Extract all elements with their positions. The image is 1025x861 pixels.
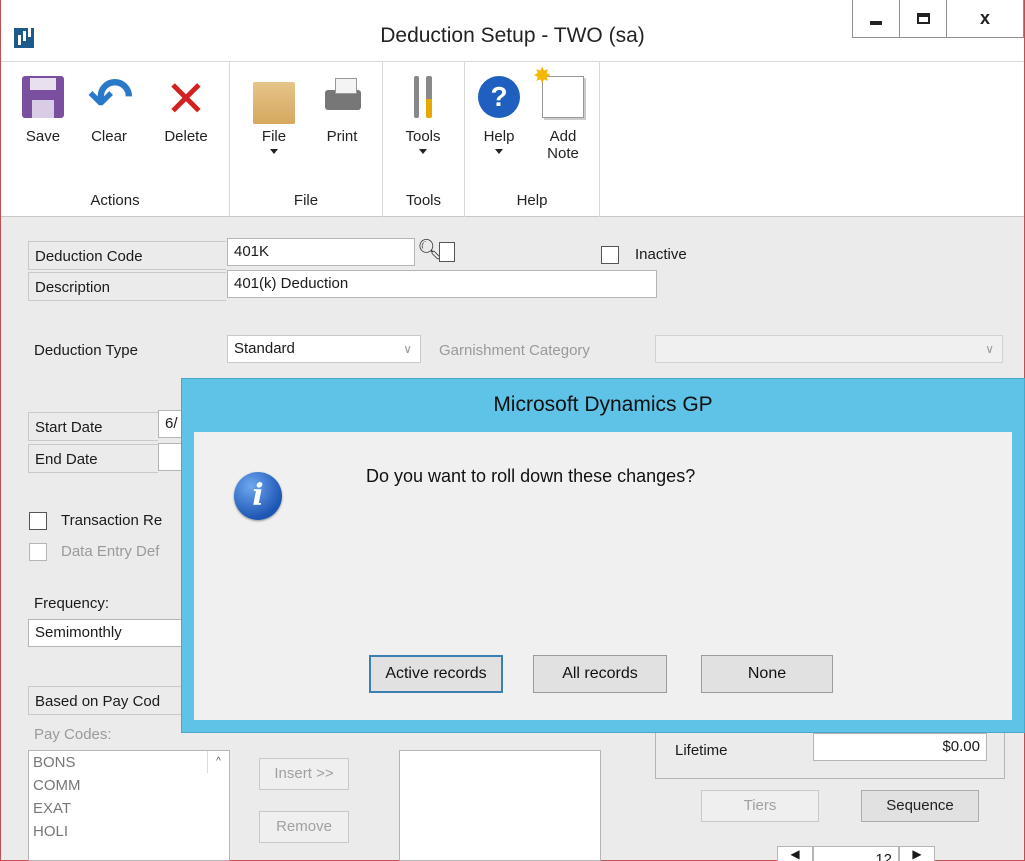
active-records-button[interactable]: Active records: [369, 655, 503, 693]
tools-label: Tools: [405, 128, 441, 145]
add-note-label-1: Add: [549, 128, 577, 145]
all-records-button[interactable]: All records: [533, 655, 667, 693]
print-label: Print: [326, 128, 358, 145]
maximize-icon: [916, 13, 930, 24]
deduction-code-field[interactable]: 401K: [227, 238, 415, 266]
ribbon-group-actions: Save Clear Delete Actions: [1, 62, 230, 217]
add-note-button[interactable]: Add Note: [533, 63, 591, 162]
note-icon: [533, 63, 584, 118]
lookup-icon[interactable]: 🔍︎: [417, 240, 442, 262]
dialog-message: Do you want to roll down these changes?: [366, 466, 696, 486]
lifetime-field[interactable]: $0.00: [813, 733, 987, 761]
help-label: Help: [483, 128, 515, 145]
sequence-button[interactable]: Sequence: [861, 790, 979, 822]
tools-menu-button[interactable]: Tools: [393, 72, 453, 154]
save-label: Save: [25, 128, 61, 145]
ribbon-group-label-tools: Tools: [405, 192, 442, 209]
file-label: File: [261, 128, 287, 145]
delete-button[interactable]: Delete: [151, 70, 221, 145]
folder-icon: [253, 82, 295, 124]
spinner-control[interactable]: ◀ 12 ▶: [777, 846, 937, 861]
minimize-icon: [870, 20, 882, 25]
data-entry-default-label: Data Entry Def: [61, 543, 160, 560]
help-icon: ?: [478, 76, 520, 118]
close-icon: x: [979, 8, 990, 28]
description-label: Description: [28, 272, 226, 301]
based-on-dropdown[interactable]: Based on Pay Cod: [28, 686, 188, 715]
none-button[interactable]: None: [701, 655, 833, 693]
deduction-code-label: Deduction Code: [28, 241, 226, 270]
save-button[interactable]: Save: [15, 72, 71, 145]
print-button[interactable]: Print: [314, 72, 370, 145]
lifetime-label: Lifetime: [675, 742, 728, 759]
deduction-type-dropdown[interactable]: Standard ∨: [227, 335, 421, 363]
list-item[interactable]: EXAT: [29, 797, 229, 820]
new-document-icon[interactable]: [439, 242, 455, 262]
start-date-label: Start Date: [28, 412, 158, 441]
description-field[interactable]: 401(k) Deduction: [227, 270, 657, 298]
transaction-required-label: Transaction Re: [61, 512, 163, 529]
ribbon-group-tools: Tools Tools: [383, 62, 465, 217]
transaction-required-checkbox[interactable]: [29, 512, 47, 530]
dialog-body: i Do you want to roll down these changes…: [194, 432, 1012, 720]
dropdown-arrow-icon: [419, 149, 427, 154]
insert-button[interactable]: Insert >>: [259, 758, 349, 790]
pay-codes-label: Pay Codes:: [34, 726, 112, 743]
file-menu-button[interactable]: File: [250, 72, 298, 154]
tiers-button[interactable]: Tiers: [701, 790, 819, 822]
delete-label: Delete: [164, 128, 208, 145]
clear-button[interactable]: Clear: [77, 66, 141, 145]
pay-codes-list[interactable]: ^ BONS COMM EXAT HOLI: [28, 750, 230, 861]
dropdown-arrow-icon: [270, 149, 278, 154]
spin-left-icon[interactable]: ◀: [777, 846, 813, 861]
list-item[interactable]: HOLI: [29, 820, 229, 843]
frequency-label: Frequency:: [34, 595, 110, 612]
info-icon: i: [234, 472, 282, 520]
ribbon: Save Clear Delete Actions File Print: [1, 62, 1024, 217]
ribbon-group-label-help: Help: [516, 192, 548, 209]
inactive-checkbox[interactable]: [601, 246, 619, 264]
scroll-up-icon[interactable]: ^: [207, 751, 229, 773]
help-menu-button[interactable]: ? Help: [473, 72, 525, 154]
spinner-value[interactable]: 12: [813, 846, 899, 861]
printer-icon: [321, 76, 363, 118]
chevron-down-icon: ∨: [985, 342, 994, 356]
spin-right-icon[interactable]: ▶: [899, 846, 935, 861]
chevron-down-icon: ∨: [403, 342, 412, 356]
clear-label: Clear: [91, 128, 127, 145]
title-bar: Deduction Setup - TWO (sa) x: [1, 0, 1024, 62]
save-icon: [22, 76, 64, 118]
add-note-label-2: Note: [547, 145, 579, 162]
dialog-title: Microsoft Dynamics GP: [493, 393, 713, 416]
close-button[interactable]: x: [946, 0, 1024, 38]
deduction-type-label: Deduction Type: [34, 342, 138, 359]
end-date-label: End Date: [28, 444, 158, 473]
undo-icon: [88, 66, 133, 129]
garnishment-category-label: Garnishment Category: [439, 342, 590, 359]
selected-list[interactable]: [399, 750, 601, 861]
confirm-dialog: Microsoft Dynamics GP i Do you want to r…: [181, 378, 1025, 733]
dropdown-arrow-icon: [495, 149, 503, 154]
frequency-dropdown[interactable]: Semimonthly: [28, 619, 188, 647]
inactive-label: Inactive: [635, 246, 687, 263]
maximize-button[interactable]: [899, 0, 947, 38]
list-item[interactable]: BONS: [29, 751, 229, 774]
deduction-setup-window: Deduction Setup - TWO (sa) x Save Clear …: [0, 0, 1025, 861]
delete-icon: [165, 70, 207, 128]
deduction-type-value: Standard: [234, 340, 295, 357]
garnishment-category-dropdown[interactable]: ∨: [655, 335, 1003, 363]
ribbon-group-file: File Print File: [230, 62, 383, 217]
remove-button[interactable]: Remove: [259, 811, 349, 843]
ribbon-group-label-actions: Actions: [90, 192, 140, 209]
data-entry-default-checkbox[interactable]: [29, 543, 47, 561]
tools-icon: [402, 76, 444, 118]
minimize-button[interactable]: [852, 0, 900, 38]
ribbon-group-label-file: File: [293, 192, 319, 209]
ribbon-group-help: ? Help Add Note Help: [465, 62, 600, 217]
list-item[interactable]: COMM: [29, 774, 229, 797]
